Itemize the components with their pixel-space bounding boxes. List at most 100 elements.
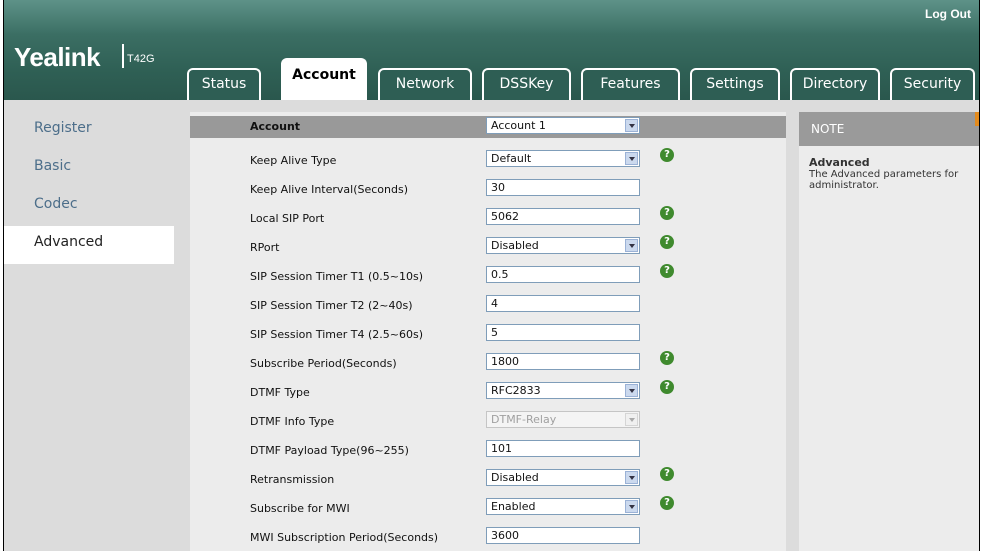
field-label: DTMF Info Type: [250, 415, 335, 428]
form-row: Subscribe for MWI Enabled?: [190, 496, 786, 521]
note-title: Advanced: [809, 156, 870, 169]
form-row: Local SIP Port 5062?: [190, 206, 786, 231]
note-text: The Advanced parameters for administrato…: [809, 169, 959, 191]
tab-directory[interactable]: Directory: [790, 68, 880, 100]
chevron-down-icon[interactable]: [625, 500, 638, 513]
account-select[interactable]: Account 1: [486, 117, 640, 134]
help-icon[interactable]: ?: [660, 206, 674, 220]
chevron-down-icon[interactable]: [625, 119, 638, 132]
note-flag-icon: [975, 112, 979, 126]
account-select-value: Account 1: [491, 119, 546, 132]
account-label: Account: [250, 120, 301, 133]
form-row: Keep Alive Type Default?: [190, 148, 786, 173]
chevron-down-icon[interactable]: [625, 239, 638, 252]
form-row: Subscribe Period(Seconds) 1800?: [190, 351, 786, 376]
form-row: SIP Session Timer T4 (2.5~60s) 5: [190, 323, 786, 347]
sidebar-item-register[interactable]: Register: [4, 112, 174, 150]
field-value: 4: [491, 297, 498, 310]
model-name: T42G: [127, 53, 155, 65]
note-header-label: NOTE: [811, 122, 845, 136]
app-frame: Log Out Yealink T42G Status Account Networ…: [3, 0, 980, 551]
top-header-bar: Log Out Yealink T42G Status Account Networ…: [4, 0, 979, 100]
field-label: Subscribe for MWI: [250, 502, 350, 515]
field-value: Disabled: [491, 239, 539, 252]
field-input[interactable]: 1800: [486, 353, 640, 370]
field-value: 30: [491, 181, 505, 194]
help-icon[interactable]: ?: [660, 235, 674, 249]
form-row: Keep Alive Interval(Seconds) 30: [190, 178, 786, 202]
field-value: Disabled: [491, 471, 539, 484]
sidebar-item-codec[interactable]: Codec: [4, 188, 174, 226]
tab-security[interactable]: Security: [890, 68, 975, 100]
form-row: SIP Session Timer T1 (0.5~10s) 0.5?: [190, 264, 786, 289]
chevron-down-icon[interactable]: [625, 152, 638, 165]
field-label: Subscribe Period(Seconds): [250, 357, 397, 370]
tab-network[interactable]: Network: [378, 68, 472, 100]
field-select[interactable]: Enabled: [486, 498, 640, 515]
field-value: 3600: [491, 529, 519, 542]
field-input[interactable]: 3600: [486, 527, 640, 544]
field-value: Default: [491, 152, 532, 165]
field-label: DTMF Type: [250, 386, 310, 399]
chevron-down-icon: [625, 413, 638, 426]
field-select: DTMF-Relay: [486, 411, 640, 428]
field-label: MWI Subscription Period(Seconds): [250, 531, 439, 544]
field-value: 1800: [491, 355, 519, 368]
field-value: 101: [491, 442, 512, 455]
chevron-down-icon[interactable]: [625, 384, 638, 397]
field-label: RPort: [250, 241, 280, 254]
field-input[interactable]: 5062: [486, 208, 640, 225]
brand-logo: Yealink: [14, 42, 101, 72]
form-row: Retransmission Disabled?: [190, 467, 786, 492]
help-icon[interactable]: ?: [660, 467, 674, 481]
field-select[interactable]: Default: [486, 150, 640, 167]
sidebar-item-advanced[interactable]: Advanced: [4, 226, 174, 264]
field-input[interactable]: 5: [486, 324, 640, 341]
field-input[interactable]: 30: [486, 179, 640, 196]
field-label: Keep Alive Interval(Seconds): [250, 183, 409, 196]
settings-form: Account Account 1 Keep Alive Type Default…: [190, 112, 786, 551]
help-icon[interactable]: ?: [660, 148, 674, 162]
field-input[interactable]: 0.5: [486, 266, 640, 283]
tab-features[interactable]: Features: [581, 68, 680, 100]
sidebar-nav: Register Basic Codec Advanced: [4, 112, 174, 264]
field-select[interactable]: RFC2833: [486, 382, 640, 399]
form-row: SIP Session Timer T2 (2~40s) 4: [190, 294, 786, 318]
brand-divider: [122, 44, 124, 68]
field-value: DTMF-Relay: [491, 413, 557, 426]
field-label: SIP Session Timer T1 (0.5~10s): [250, 270, 423, 283]
form-row: MWI Subscription Period(Seconds) 3600: [190, 526, 786, 550]
note-panel: NOTE Advanced The Advanced parameters fo…: [799, 112, 979, 551]
tab-status[interactable]: Status: [187, 68, 261, 100]
tab-settings[interactable]: Settings: [690, 68, 780, 100]
field-input[interactable]: 101: [486, 440, 640, 457]
field-value: RFC2833: [491, 384, 541, 397]
help-icon[interactable]: ?: [660, 264, 674, 278]
field-label: DTMF Payload Type(96~255): [250, 444, 409, 457]
field-label: Keep Alive Type: [250, 154, 337, 167]
form-row: RPort Disabled?: [190, 235, 786, 260]
logout-link[interactable]: Log Out: [925, 7, 971, 21]
field-label: SIP Session Timer T4 (2.5~60s): [250, 328, 423, 341]
field-label: SIP Session Timer T2 (2~40s): [250, 299, 413, 312]
form-row: DTMF Payload Type(96~255) 101: [190, 439, 786, 463]
field-select[interactable]: Disabled: [486, 237, 640, 254]
field-select[interactable]: Disabled: [486, 469, 640, 486]
account-header-row: Account Account 1: [190, 116, 786, 138]
help-icon[interactable]: ?: [660, 496, 674, 510]
field-value: 5: [491, 326, 498, 339]
note-body: Advanced The Advanced parameters for adm…: [799, 146, 979, 191]
chevron-down-icon[interactable]: [625, 471, 638, 484]
help-icon[interactable]: ?: [660, 380, 674, 394]
note-header: NOTE: [799, 112, 979, 146]
tab-dsskey[interactable]: DSSKey: [482, 68, 571, 100]
field-label: Local SIP Port: [250, 212, 325, 225]
tab-account[interactable]: Account: [281, 58, 367, 100]
field-value: Enabled: [491, 500, 536, 513]
field-value: 0.5: [491, 268, 509, 281]
field-value: 5062: [491, 210, 519, 223]
sidebar-item-basic[interactable]: Basic: [4, 150, 174, 188]
field-input[interactable]: 4: [486, 295, 640, 312]
help-icon[interactable]: ?: [660, 351, 674, 365]
field-label: Retransmission: [250, 473, 335, 486]
